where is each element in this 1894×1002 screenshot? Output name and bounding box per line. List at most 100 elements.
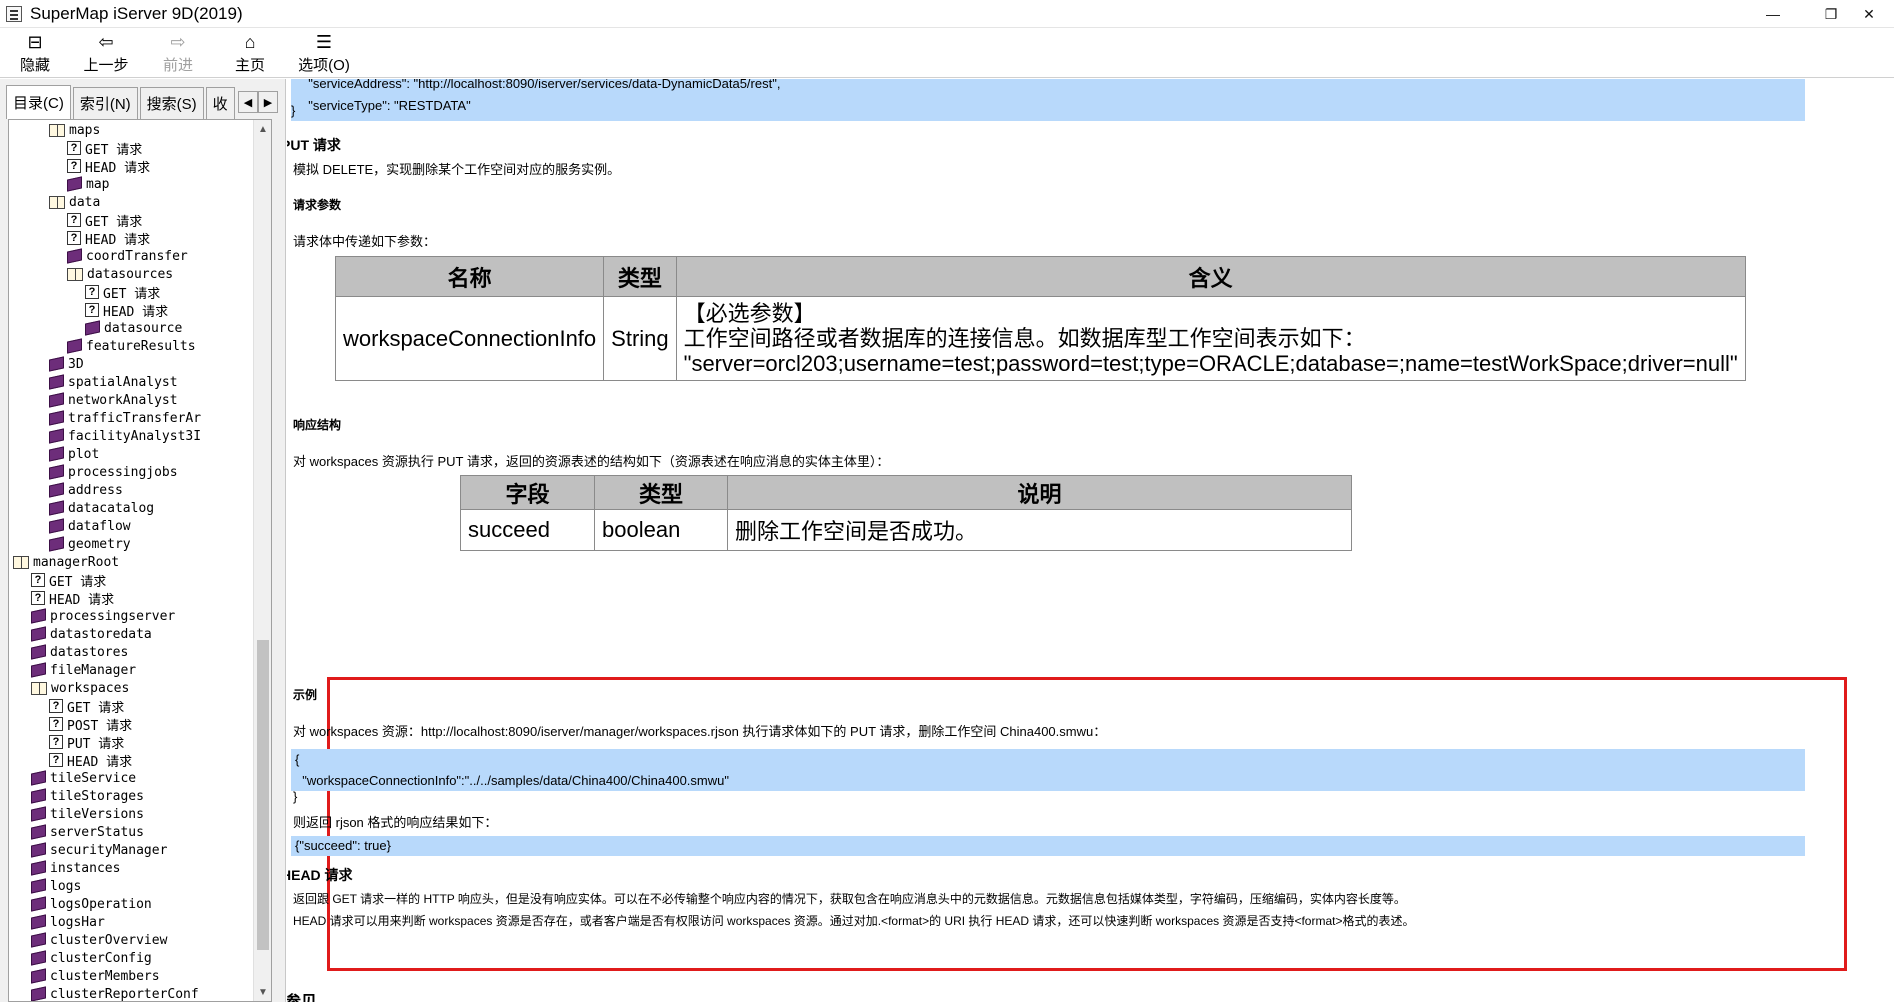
tree-item[interactable]: coordTransfer [67, 247, 188, 265]
tree-item[interactable]: tileService [31, 769, 136, 787]
tree-item-label: clusterMembers [50, 968, 160, 984]
tree-item[interactable]: ? POST 请求 [49, 715, 132, 734]
example-description: 对 workspaces 资源：http://localhost:8090/is… [293, 724, 1107, 739]
example-heading: 示例 [293, 688, 318, 702]
tree-item[interactable]: logs [31, 877, 81, 895]
tree-item[interactable]: datacatalog [49, 499, 154, 517]
tree-item[interactable]: facilityAnalyst3I [49, 427, 201, 445]
tab-index[interactable]: 索引(N) [72, 87, 138, 119]
tree-item-label: map [86, 176, 110, 192]
tree-item[interactable]: ? PUT 请求 [49, 733, 124, 752]
tree-item[interactable]: workspaces [31, 679, 129, 697]
tree-item[interactable]: ? HEAD 请求 [85, 301, 168, 320]
close-button[interactable]: ✕ [1844, 0, 1894, 28]
scrollbar-thumb[interactable] [257, 640, 269, 950]
tree-item[interactable]: data [49, 193, 100, 211]
book-icon [67, 176, 82, 192]
tree-item[interactable]: ? HEAD 请求 [67, 157, 150, 176]
home-button[interactable]: ⌂ 主页 [214, 28, 286, 78]
code-line: "workspaceConnectionInfo":"../../samples… [295, 773, 729, 788]
tree-item[interactable]: tileStorages [31, 787, 144, 805]
help-page-icon: ? [31, 591, 45, 605]
tree-item[interactable]: ? GET 请求 [49, 697, 125, 716]
scroll-up-icon[interactable]: ▲ [254, 120, 271, 138]
tree-item[interactable]: clusterMembers [31, 967, 160, 985]
tree-item[interactable]: managerRoot [13, 553, 119, 571]
tree-item[interactable]: map [67, 175, 109, 193]
tree-item[interactable]: datasource [85, 319, 182, 337]
tab-contents[interactable]: 目录(C) [6, 85, 71, 119]
tree-item[interactable]: dataflow [49, 517, 131, 535]
tree-item[interactable]: trafficTransferAr [49, 409, 201, 427]
book-icon [31, 950, 46, 966]
tree-item[interactable]: geometry [49, 535, 131, 553]
book-icon [31, 608, 46, 624]
tab-favorites[interactable]: 收 [205, 87, 235, 119]
tree-item[interactable]: processingserver [31, 607, 175, 625]
tree-item[interactable]: instances [31, 859, 120, 877]
book-icon [49, 500, 64, 516]
tree-item-label: maps [69, 122, 101, 138]
forward-button[interactable]: ⇨ 前进 [142, 28, 214, 78]
tree-item[interactable]: maps [49, 121, 100, 139]
param-meaning-cell: 【必选参数】 工作空间路径或者数据库的连接信息。如数据库型工作空间表示如下： "… [675, 296, 1746, 381]
minimize-button[interactable]: — [1744, 0, 1802, 28]
tree-item[interactable]: fileManager [31, 661, 136, 679]
book-icon [31, 860, 46, 876]
tree-item-label: GET 请求 [85, 142, 143, 158]
tree-item[interactable]: logsOperation [31, 895, 152, 913]
tree-item[interactable]: datastoredata [31, 625, 152, 643]
tab-scroll-left-icon[interactable]: ◀ [238, 91, 258, 113]
tree-item[interactable]: spatialAnalyst [49, 373, 178, 391]
tree-item-label: GET 请求 [67, 700, 125, 716]
back-button[interactable]: ⇦ 上一步 [70, 28, 142, 78]
tree-item[interactable]: ? HEAD 请求 [67, 229, 150, 248]
tree-item[interactable]: 3D [49, 355, 84, 373]
tree-item[interactable]: securityManager [31, 841, 167, 859]
book-icon [31, 914, 46, 930]
tree-item-label: processingjobs [68, 464, 178, 480]
tab-search[interactable]: 搜索(S) [139, 87, 204, 119]
hide-button[interactable]: ⊟ 隐藏 [0, 28, 70, 78]
tree-item[interactable]: clusterOverview [31, 931, 167, 949]
tree-item[interactable]: ? GET 请求 [67, 139, 143, 158]
tree-scrollbar[interactable]: ▲ ▼ [253, 120, 271, 1001]
tree-item-label: dataflow [68, 518, 131, 534]
tree-item[interactable]: tileVersions [31, 805, 144, 823]
tree-item-label: geometry [68, 536, 131, 552]
tree-item-label: clusterOverview [50, 932, 168, 948]
tree-item[interactable]: logsHar [31, 913, 105, 931]
tree-item[interactable]: ? GET 请求 [31, 571, 106, 590]
back-arrow-icon: ⇦ [98, 31, 114, 52]
tree-item[interactable]: featureResults [67, 337, 196, 355]
tree-item-label: 3D [68, 356, 84, 372]
tree-item[interactable]: serverStatus [31, 823, 144, 841]
toolbar: ⊟ 隐藏 ⇦ 上一步 ⇨ 前进 ⌂ 主页 ☰ 选项(O) [0, 28, 1894, 78]
tree-item-label: address [68, 482, 123, 498]
tree-item[interactable]: ? HEAD 请求 [31, 589, 114, 608]
tree-item-label: GET 请求 [85, 214, 143, 230]
tree-item[interactable]: ? GET 请求 [67, 211, 143, 230]
code-line: "serviceType": "RESTDATA" [301, 98, 471, 113]
tree-item[interactable]: ? HEAD 请求 [49, 751, 132, 770]
table-row: workspaceConnectionInfo String 【必选参数】 工作… [334, 296, 1746, 381]
book-icon [31, 770, 46, 786]
tree-item[interactable]: networkAnalyst [49, 391, 178, 409]
scroll-down-icon[interactable]: ▼ [254, 983, 271, 1001]
tree-item[interactable]: clusterConfig [31, 949, 152, 967]
example-result-description: 则返回 rjson 格式的响应结果如下： [293, 815, 498, 830]
tree-item[interactable]: datastores [31, 643, 128, 661]
table-header: 说明 [727, 475, 1352, 510]
tree-item[interactable]: datasources [67, 265, 173, 283]
param-meaning-line: 【必选参数】 [683, 301, 816, 326]
tree-item-label: fileManager [50, 662, 137, 678]
tab-scroll-right-icon[interactable]: ▶ [258, 91, 278, 113]
tree-item[interactable]: clusterReporterConf [31, 985, 199, 1001]
options-button[interactable]: ☰ 选项(O) [286, 28, 362, 78]
tree-item[interactable]: plot [49, 445, 99, 463]
tree-item[interactable]: address [49, 481, 123, 499]
tree-item[interactable]: processingjobs [49, 463, 178, 481]
book-icon [31, 878, 46, 894]
tree-item[interactable]: ? GET 请求 [85, 283, 160, 302]
example-code-block: { "workspaceConnectionInfo":"../../sampl… [291, 749, 1805, 791]
